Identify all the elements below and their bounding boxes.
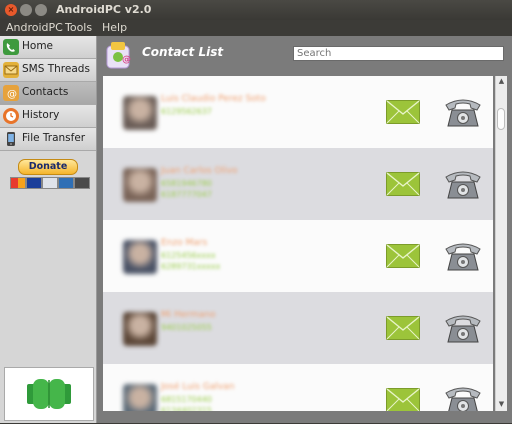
contact-name: Juan Carlos Olivo bbox=[161, 166, 238, 176]
contact-name: Enzo Mars bbox=[161, 238, 208, 248]
app-logo bbox=[4, 367, 94, 421]
sidebar-item-contacts[interactable]: @ Contacts bbox=[0, 82, 96, 105]
scrollbar[interactable]: ▲ ▼ bbox=[495, 76, 507, 411]
amex-icon bbox=[42, 177, 58, 189]
scroll-down-arrow-icon[interactable]: ▼ bbox=[497, 400, 506, 409]
contact-row[interactable]: Luis Claudio Perez Soto 6129562637 bbox=[103, 76, 493, 148]
sidebar-item-label: History bbox=[22, 109, 60, 121]
send-sms-button[interactable] bbox=[386, 316, 420, 344]
main-panel: @ Contact List Luis Claudio Perez Soto 61… bbox=[97, 36, 512, 423]
contact-number: 6125456xxxx bbox=[161, 251, 216, 260]
scroll-up-arrow-icon[interactable]: ▲ bbox=[497, 77, 506, 86]
telephone-icon bbox=[445, 171, 481, 199]
sidebar-item-label: Contacts bbox=[22, 86, 69, 98]
page-title: Contact List bbox=[142, 45, 224, 59]
contact-book-icon: @ bbox=[105, 40, 133, 70]
send-sms-button[interactable] bbox=[386, 244, 420, 272]
contacts-icon: @ bbox=[3, 85, 19, 101]
envelope-icon bbox=[3, 62, 19, 78]
contact-row[interactable]: Mi Hermano 9401025055 bbox=[103, 292, 493, 364]
donate-button[interactable]: Donate bbox=[18, 159, 78, 175]
sidebar-item-sms-threads[interactable]: SMS Threads bbox=[0, 59, 96, 82]
maximize-window-button[interactable] bbox=[35, 4, 47, 16]
contact-row[interactable]: Enzo Mars 6125456xxxx 6289731xxxxx bbox=[103, 220, 493, 292]
call-button[interactable] bbox=[443, 239, 483, 277]
contact-row[interactable]: José Luis Galvan 6815170440 6134402315 bbox=[103, 364, 493, 411]
sidebar-item-label: SMS Threads bbox=[22, 63, 90, 75]
contact-avatar bbox=[123, 240, 157, 274]
contact-number: 6134402315 bbox=[161, 406, 212, 411]
discover-icon bbox=[58, 177, 74, 189]
contact-name: Luis Claudio Perez Soto bbox=[161, 94, 266, 104]
call-button[interactable] bbox=[443, 167, 483, 205]
sidebar-item-history[interactable]: History bbox=[0, 105, 96, 128]
contact-number: 6289731xxxxx bbox=[161, 262, 221, 271]
telephone-icon bbox=[445, 243, 481, 271]
call-button[interactable] bbox=[443, 383, 483, 411]
sidebar-item-file-transfer[interactable]: File Transfer bbox=[0, 128, 96, 151]
contact-number: 6187777047 bbox=[161, 190, 212, 199]
mastercard-icon bbox=[10, 177, 26, 189]
contact-number: 6129562637 bbox=[161, 107, 212, 116]
sidebar-item-home[interactable]: Home bbox=[0, 36, 96, 59]
sidebar: Home SMS Threads @ Contacts History File… bbox=[0, 36, 97, 423]
svg-text:@: @ bbox=[122, 55, 131, 65]
contact-number: 6581946780 bbox=[161, 179, 212, 188]
scrollbar-thumb[interactable] bbox=[497, 108, 505, 130]
send-sms-button[interactable] bbox=[386, 388, 420, 411]
close-window-button[interactable]: × bbox=[5, 4, 17, 16]
contact-list: Luis Claudio Perez Soto 6129562637 Juan Ca… bbox=[103, 76, 493, 411]
visa-icon bbox=[26, 177, 42, 189]
contact-number: 9401025055 bbox=[161, 323, 212, 332]
menu-tools[interactable]: Tools bbox=[65, 21, 92, 34]
envelope-icon bbox=[386, 244, 420, 268]
menu-androidpc[interactable]: AndroidPC bbox=[6, 21, 63, 34]
contact-avatar bbox=[123, 96, 157, 130]
envelope-icon bbox=[386, 172, 420, 196]
envelope-icon bbox=[386, 100, 420, 124]
call-button[interactable] bbox=[443, 95, 483, 133]
contact-name: Mi Hermano bbox=[161, 310, 216, 320]
contact-row[interactable]: Juan Carlos Olivo 6581946780 6187777047 bbox=[103, 148, 493, 220]
menu-help[interactable]: Help bbox=[102, 21, 127, 34]
clock-icon bbox=[3, 108, 19, 124]
sidebar-item-label: Home bbox=[22, 40, 54, 52]
telephone-icon bbox=[445, 99, 481, 127]
contact-number: 6815170440 bbox=[161, 395, 212, 404]
telephone-icon bbox=[445, 315, 481, 343]
contact-name: José Luis Galvan bbox=[161, 382, 235, 392]
bank-card-icon bbox=[74, 177, 90, 189]
sidebar-item-label: File Transfer bbox=[22, 132, 86, 144]
call-button[interactable] bbox=[443, 311, 483, 349]
telephone-icon bbox=[445, 387, 481, 411]
send-sms-button[interactable] bbox=[386, 100, 420, 128]
window-title: AndroidPC v2.0 bbox=[56, 3, 152, 16]
envelope-icon bbox=[386, 316, 420, 340]
title-bar: × AndroidPC v2.0 bbox=[0, 0, 512, 20]
menu-bar: AndroidPC Tools Help bbox=[0, 20, 512, 36]
search-input[interactable] bbox=[293, 46, 504, 61]
contact-avatar bbox=[123, 312, 157, 346]
contact-avatar bbox=[123, 384, 157, 411]
home-phone-icon bbox=[3, 39, 19, 55]
envelope-icon bbox=[386, 388, 420, 411]
contact-avatar bbox=[123, 168, 157, 202]
minimize-window-button[interactable] bbox=[20, 4, 32, 16]
svg-text:@: @ bbox=[7, 89, 17, 100]
send-sms-button[interactable] bbox=[386, 172, 420, 200]
connector-logo-icon bbox=[27, 379, 71, 409]
phone-transfer-icon bbox=[3, 131, 19, 147]
